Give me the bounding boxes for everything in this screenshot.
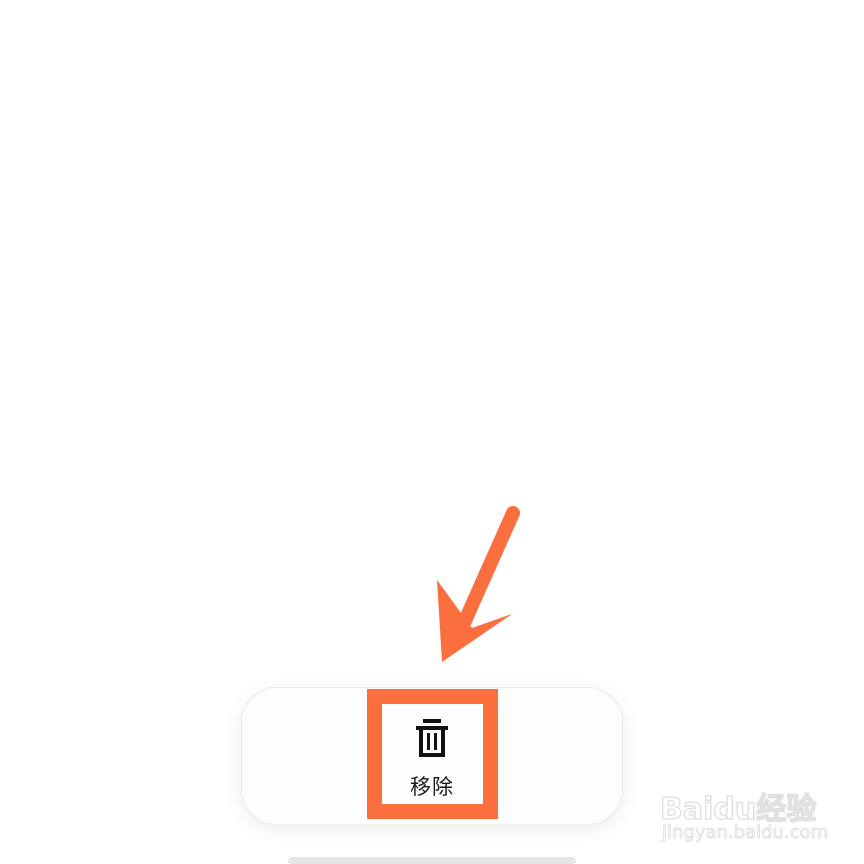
remove-button[interactable]: 移除 bbox=[389, 701, 475, 805]
remove-label: 移除 bbox=[410, 775, 454, 799]
screen: 移除 Baidu经验 jingyan.baidu.com bbox=[0, 0, 864, 864]
annotation-arrow bbox=[437, 506, 520, 662]
home-indicator[interactable] bbox=[288, 857, 576, 864]
watermark-url-text: jingyan.baidu.com bbox=[661, 822, 829, 844]
watermark-logo-text: Baidu经验 bbox=[659, 791, 817, 828]
trash-icon bbox=[416, 719, 448, 757]
baidu-jingyan-watermark: Baidu经验 jingyan.baidu.com bbox=[659, 770, 830, 850]
